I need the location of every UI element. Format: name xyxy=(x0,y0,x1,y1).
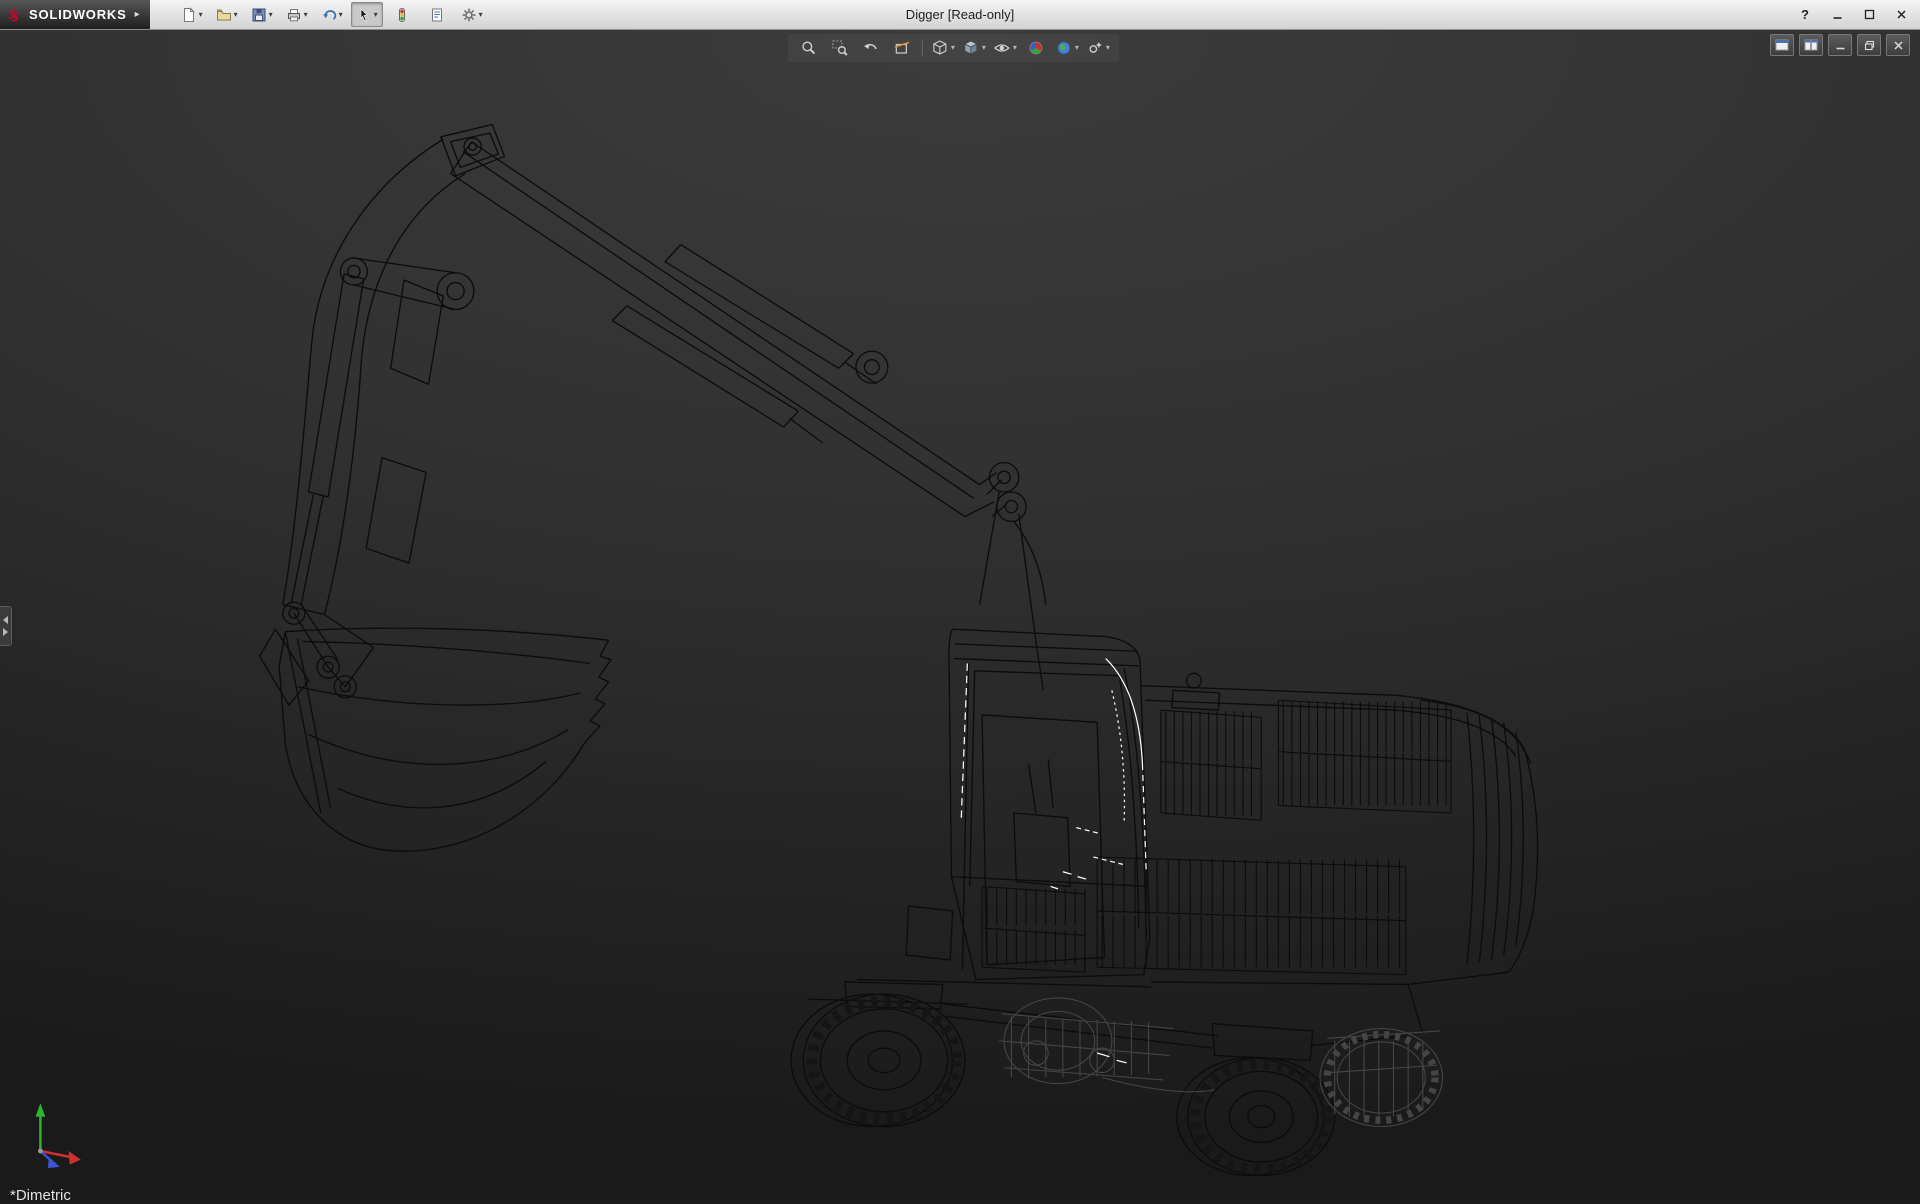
section-view-button[interactable] xyxy=(888,36,916,60)
apply-scene-globe-icon xyxy=(1055,39,1073,57)
display-style-button[interactable]: ▾ xyxy=(960,36,988,60)
doc-minimize-button[interactable] xyxy=(1828,34,1852,56)
undo-caret[interactable]: ▾ xyxy=(339,11,343,19)
doc-close-button[interactable] xyxy=(1886,34,1910,56)
view-settings-button[interactable]: ▾ xyxy=(1084,36,1112,60)
undo-button[interactable]: ▾ xyxy=(316,2,348,27)
help-button[interactable]: ? xyxy=(1796,6,1814,24)
rebuild-traffic-light-icon xyxy=(394,7,410,23)
open-icon xyxy=(216,7,232,23)
doc-restore-icon xyxy=(1864,40,1875,51)
tile-vertical-button[interactable] xyxy=(1799,34,1823,56)
doc-restore-button[interactable] xyxy=(1857,34,1881,56)
close-button[interactable] xyxy=(1892,6,1910,24)
edit-appearance-button[interactable] xyxy=(1022,36,1050,60)
titlebar: SOLIDWORKS ▸ ▾ ▾ ▾ xyxy=(0,0,1920,30)
tile-vertical-icon xyxy=(1804,39,1818,51)
solidworks-logo-icon xyxy=(6,6,23,23)
brand-text: SOLIDWORKS xyxy=(29,7,127,22)
zoom-to-area-button[interactable] xyxy=(826,36,854,60)
view-orientation-caret[interactable]: ▾ xyxy=(951,44,955,52)
close-icon xyxy=(1896,9,1907,20)
panel-expander-tab[interactable] xyxy=(0,606,12,646)
view-orientation-status: *Dimetric xyxy=(10,1187,71,1204)
options-caret[interactable]: ▾ xyxy=(479,11,483,19)
save-button[interactable]: ▾ xyxy=(246,2,278,27)
previous-view-icon xyxy=(862,39,880,57)
chassis[interactable] xyxy=(808,980,1423,1061)
expand-right-icon xyxy=(3,628,8,636)
engine-grilles[interactable] xyxy=(982,700,1451,974)
zoom-to-fit-icon xyxy=(800,39,818,57)
expand-left-icon xyxy=(3,616,8,624)
maximize-button[interactable] xyxy=(1860,6,1878,24)
toolbar-expander[interactable]: ▸ xyxy=(135,9,140,20)
options-button[interactable]: ▾ xyxy=(456,2,488,27)
apply-scene-caret[interactable]: ▾ xyxy=(1075,44,1079,52)
main-toolbar: ▾ ▾ ▾ ▾ xyxy=(176,2,488,27)
display-style-cube-icon xyxy=(962,39,980,57)
open-button[interactable]: ▾ xyxy=(211,2,243,27)
boom-assembly[interactable] xyxy=(283,125,1046,691)
doc-close-icon xyxy=(1893,40,1904,51)
hide-show-items-button[interactable]: ▾ xyxy=(991,36,1019,60)
new-document-button[interactable]: ▾ xyxy=(176,2,208,27)
view-settings-caret[interactable]: ▾ xyxy=(1106,44,1110,52)
wireframe-model[interactable] xyxy=(260,125,1538,1176)
file-properties-button[interactable] xyxy=(421,2,453,27)
window-controls: ? xyxy=(1796,6,1920,24)
apply-scene-button[interactable]: ▾ xyxy=(1053,36,1081,60)
save-caret[interactable]: ▾ xyxy=(269,11,273,19)
hud-separator xyxy=(922,39,923,57)
graphics-viewport[interactable]: ▾ ▾ ▾ xyxy=(0,29,1920,1200)
orientation-triad xyxy=(36,1103,81,1168)
rebuild-button[interactable] xyxy=(386,2,418,27)
solidworks-logo: SOLIDWORKS ▸ xyxy=(0,0,150,29)
maximize-icon xyxy=(1864,9,1875,20)
edit-appearance-ball-icon xyxy=(1027,39,1045,57)
display-style-caret[interactable]: ▾ xyxy=(982,44,986,52)
print-button[interactable]: ▾ xyxy=(281,2,313,27)
view-orientation-button[interactable]: ▾ xyxy=(929,36,957,60)
document-window-controls xyxy=(1770,34,1910,56)
save-icon xyxy=(251,7,267,23)
select-cursor-icon xyxy=(356,7,372,23)
print-caret[interactable]: ▾ xyxy=(304,11,308,19)
hide-show-items-caret[interactable]: ▾ xyxy=(1013,44,1017,52)
viewport-canvas[interactable] xyxy=(0,29,1920,1200)
print-icon xyxy=(286,7,302,23)
select-caret[interactable]: ▾ xyxy=(374,11,378,19)
new-document-icon xyxy=(181,7,197,23)
previous-view-button[interactable] xyxy=(857,36,885,60)
undo-icon xyxy=(321,7,337,23)
file-properties-icon xyxy=(429,7,445,23)
document-title: Digger [Read-only] xyxy=(906,7,1014,22)
tile-horizontal-button[interactable] xyxy=(1770,34,1794,56)
tile-horizontal-icon xyxy=(1775,39,1789,51)
doc-minimize-icon xyxy=(1835,40,1846,51)
view-orientation-cube-icon xyxy=(931,39,949,57)
bucket[interactable] xyxy=(260,605,611,851)
options-gear-icon xyxy=(461,7,477,23)
section-view-icon xyxy=(893,39,911,57)
hide-show-eye-icon xyxy=(993,39,1011,57)
new-document-caret[interactable]: ▾ xyxy=(199,11,203,19)
heads-up-view-toolbar: ▾ ▾ ▾ xyxy=(788,34,1119,62)
minimize-button[interactable] xyxy=(1828,6,1846,24)
zoom-to-area-icon xyxy=(831,39,849,57)
minimize-icon xyxy=(1832,9,1843,20)
select-button[interactable]: ▾ xyxy=(351,2,383,27)
open-caret[interactable]: ▾ xyxy=(234,11,238,19)
view-settings-icon xyxy=(1086,39,1104,57)
zoom-to-fit-button[interactable] xyxy=(795,36,823,60)
